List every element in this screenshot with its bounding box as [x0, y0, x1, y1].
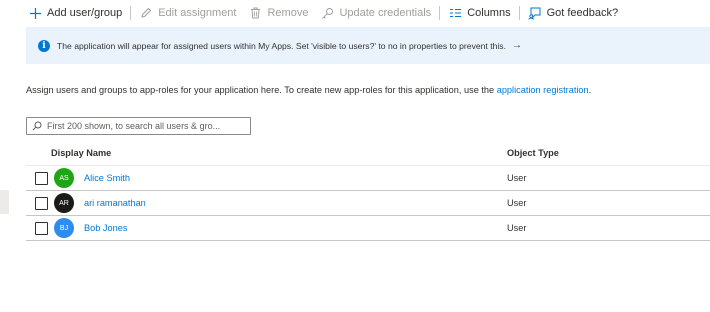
user-name-link[interactable]: Bob Jones	[84, 223, 127, 233]
description-text: Assign users and groups to app-roles for…	[26, 85, 497, 95]
column-header-display-name[interactable]: Display Name	[51, 148, 507, 158]
object-type-cell: User	[507, 173, 527, 183]
object-type-cell: User	[507, 223, 527, 233]
column-header-object-type[interactable]: Object Type	[507, 148, 710, 158]
user-name-link[interactable]: ari ramanathan	[84, 198, 146, 208]
edit-assignment-button[interactable]: Edit assignment	[139, 0, 236, 26]
trash-icon	[248, 6, 262, 20]
table-header: Display Name Object Type	[26, 141, 710, 166]
toolbar-divider	[130, 6, 132, 20]
columns-icon	[448, 6, 462, 20]
table-row[interactable]: AR ari ramanathan User	[26, 191, 710, 216]
search-box	[26, 117, 251, 135]
search-icon	[32, 121, 42, 131]
add-user-group-label: Add user/group	[47, 7, 123, 19]
avatar: BJ	[54, 218, 74, 238]
avatar: AS	[54, 168, 74, 188]
row-checkbox[interactable]	[34, 196, 48, 210]
toolbar-divider	[439, 6, 441, 20]
table-row[interactable]: AS Alice Smith User	[26, 166, 710, 191]
got-feedback-label: Got feedback?	[546, 7, 619, 19]
update-credentials-button[interactable]: Update credentials	[320, 0, 431, 26]
plus-icon	[28, 6, 42, 20]
user-name-link[interactable]: Alice Smith	[84, 173, 130, 183]
avatar: AR	[54, 193, 74, 213]
key-icon	[320, 6, 334, 20]
info-icon: i	[38, 39, 50, 52]
command-bar: Add user/group Edit assignment Remove Up…	[28, 0, 618, 26]
search-input[interactable]	[47, 121, 242, 131]
object-type-cell: User	[507, 198, 527, 208]
row-checkbox[interactable]	[34, 221, 48, 235]
row-checkbox[interactable]	[34, 171, 48, 185]
toolbar-divider	[518, 6, 520, 20]
edit-assignment-label: Edit assignment	[158, 7, 237, 19]
page-description: Assign users and groups to app-roles for…	[26, 85, 591, 95]
got-feedback-button[interactable]: Got feedback?	[528, 0, 619, 26]
description-suffix: .	[588, 85, 592, 95]
update-credentials-label: Update credentials	[339, 7, 432, 19]
assignments-table: Display Name Object Type AS Alice Smith …	[26, 141, 710, 241]
feedback-icon	[528, 6, 542, 20]
banner-arrow-link[interactable]: →	[512, 40, 522, 51]
add-user-group-button[interactable]: Add user/group	[28, 0, 122, 26]
info-banner-text: The application will appear for assigned…	[57, 40, 506, 51]
remove-button[interactable]: Remove	[248, 0, 308, 26]
application-registration-link[interactable]: application registration	[497, 85, 589, 95]
info-banner: i The application will appear for assign…	[26, 27, 710, 64]
side-panel-edge	[0, 190, 9, 214]
pencil-icon	[139, 6, 153, 20]
columns-button[interactable]: Columns	[448, 0, 511, 26]
table-row[interactable]: BJ Bob Jones User	[26, 216, 710, 241]
remove-label: Remove	[267, 7, 309, 19]
columns-label: Columns	[467, 7, 511, 19]
